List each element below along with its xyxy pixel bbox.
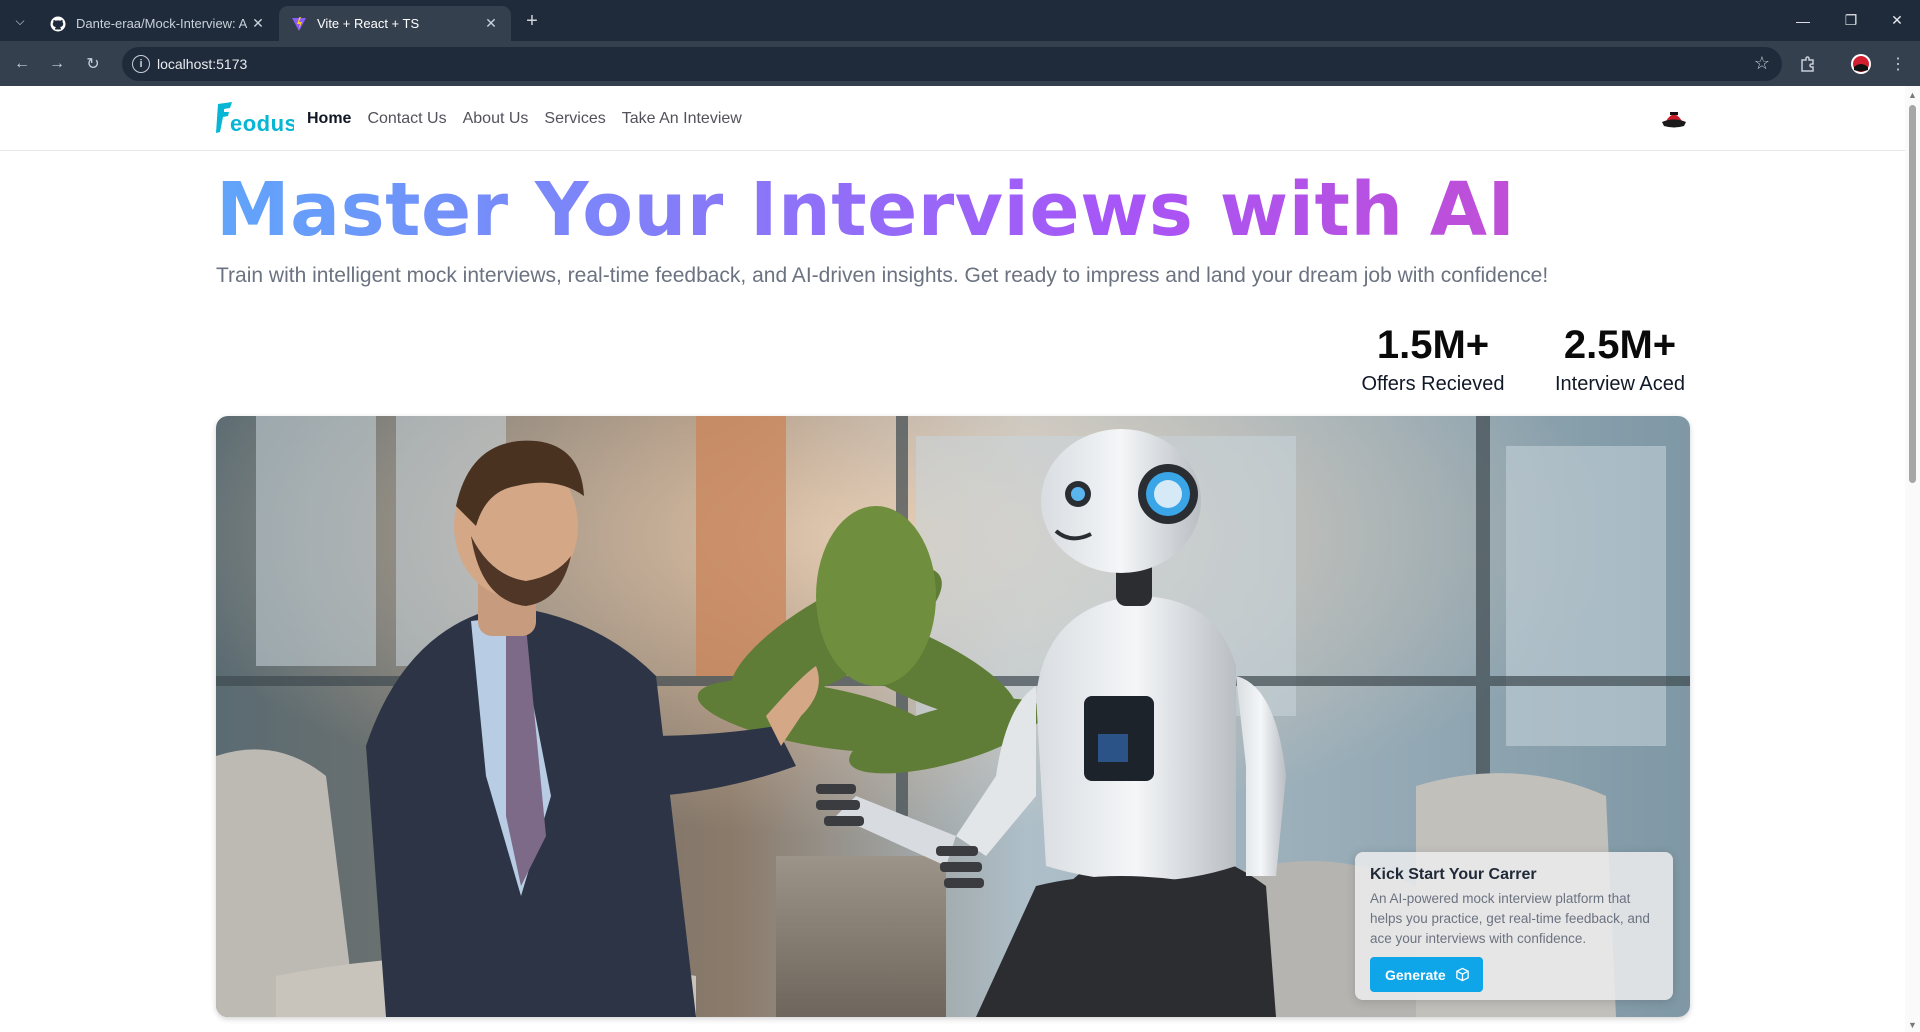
back-arrow-icon[interactable]: ← — [9, 51, 35, 77]
address-bar[interactable]: i localhost:5173 ☆ — [122, 47, 1782, 81]
page-scrollbar[interactable]: ▲ ▼ — [1905, 86, 1920, 1032]
stat-offers: 1.5M+ Offers Recieved — [1360, 323, 1506, 396]
scroll-up-arrow-icon[interactable]: ▲ — [1908, 90, 1917, 100]
github-icon — [50, 16, 66, 32]
scroll-down-arrow-icon[interactable]: ▼ — [1908, 1020, 1917, 1030]
generate-button[interactable]: Generate — [1370, 957, 1483, 992]
tab-search-chevron-icon[interactable]: ⌵ — [8, 9, 32, 33]
browser-tab-vite[interactable]: Vite + React + TS ✕ — [279, 6, 511, 41]
close-tab-icon[interactable]: ✕ — [483, 15, 499, 32]
hero-title: Master Your Interviews with AI — [216, 167, 1516, 253]
stat-label: Offers Recieved — [1361, 373, 1505, 395]
promo-card: Kick Start Your Carrer An AI-powered moc… — [1355, 852, 1673, 1000]
cube-icon — [1455, 967, 1469, 982]
site-logo[interactable]: eodus — [216, 100, 297, 136]
stat-value: 1.5M+ — [1376, 323, 1490, 367]
stat-label: Interview Aced — [1554, 373, 1686, 395]
browser-toolbar: ← → ↻ i localhost:5173 ☆ ⋮ — [0, 41, 1920, 86]
tab-title: Vite + React + TS — [317, 16, 420, 31]
stat-value: 2.5M+ — [1563, 323, 1677, 367]
restore-window-icon[interactable]: ❐ — [1828, 0, 1874, 41]
minimize-window-icon[interactable]: — — [1780, 0, 1826, 41]
svg-text:eodus: eodus — [230, 111, 294, 136]
generate-button-label: Generate — [1385, 966, 1446, 983]
nav-services[interactable]: Services — [544, 110, 605, 128]
page-viewport: eodus Home Contact Us About Us Services … — [0, 86, 1905, 1032]
forward-arrow-icon[interactable]: → — [44, 51, 70, 77]
bookmark-star-icon[interactable]: ☆ — [1754, 53, 1770, 74]
close-tab-icon[interactable]: ✕ — [250, 15, 266, 32]
stat-interviews: 2.5M+ Interview Aced — [1550, 323, 1690, 396]
reload-icon[interactable]: ↻ — [80, 51, 106, 77]
new-tab-plus-icon[interactable]: + — [520, 9, 544, 33]
nav-contact-us[interactable]: Contact Us — [367, 110, 446, 128]
nav-about-us[interactable]: About Us — [463, 110, 529, 128]
user-profile-icon[interactable] — [1660, 108, 1688, 130]
scroll-thumb[interactable] — [1909, 105, 1916, 483]
close-window-icon[interactable]: ✕ — [1874, 0, 1920, 41]
hero-subtitle: Train with intelligent mock interviews, … — [216, 264, 1549, 287]
promo-title: Kick Start Your Carrer — [1370, 866, 1537, 883]
site-header: eodus Home Contact Us About Us Services … — [0, 86, 1905, 151]
profile-avatar-icon[interactable] — [1848, 51, 1874, 77]
tab-title: Dante-eraa/Mock-Interview: A M — [76, 16, 250, 31]
browser-menu-icon[interactable]: ⋮ — [1885, 51, 1911, 77]
address-url[interactable]: localhost:5173 — [157, 56, 247, 72]
browser-tab-github[interactable]: Dante-eraa/Mock-Interview: A M ✕ — [38, 6, 278, 41]
nav-take-an-interview[interactable]: Take An Inteview — [622, 110, 742, 128]
browser-tab-strip: ⌵ Dante-eraa/Mock-Interview: A M ✕ Vite … — [0, 0, 1920, 41]
nav-home[interactable]: Home — [307, 110, 351, 128]
vite-icon — [291, 16, 307, 32]
promo-description: An AI-powered mock interview platform th… — [1370, 891, 1650, 946]
extensions-puzzle-icon[interactable] — [1795, 51, 1821, 77]
site-info-icon[interactable]: i — [132, 55, 150, 73]
main-nav: Home Contact Us About Us Services Take A… — [307, 110, 742, 128]
